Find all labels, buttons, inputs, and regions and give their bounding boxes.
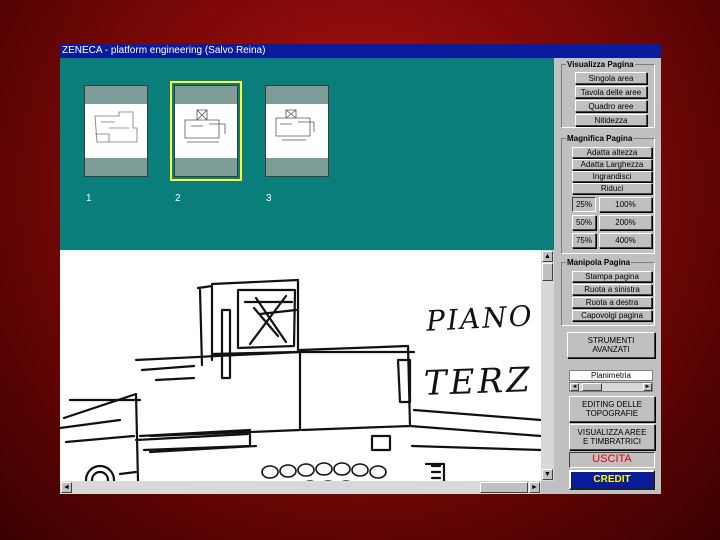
thumbnail-footer-band <box>175 158 237 176</box>
page-viewer[interactable]: PIANO TERZ <box>60 250 541 481</box>
ingrandisci-button[interactable]: Ingrandisci <box>572 171 652 182</box>
editing-topografie-button[interactable]: EDITING DELLE TOPOGRAFIE <box>569 396 655 422</box>
adatta-altezza-button[interactable]: Adatta altezza <box>572 147 652 158</box>
viewer-vertical-scrollbar[interactable]: ▲ ▼ <box>541 250 554 481</box>
zoom-25-button[interactable]: 25% <box>572 197 596 212</box>
app-window: ZENECA - platform engineering (Salvo Rei… <box>60 44 661 494</box>
thumbnail-sketch-1 <box>94 111 138 143</box>
uscita-button[interactable]: USCITA <box>569 452 655 468</box>
thumbnail-header-band <box>175 86 237 104</box>
horizontal-scroll-thumb[interactable] <box>480 482 528 493</box>
scroll-up-icon[interactable]: ▲ <box>542 251 553 262</box>
layer-scroll-left-icon[interactable]: ◄ <box>570 383 579 391</box>
thumbnail-sketch-3 <box>275 109 315 141</box>
handwritten-label-1: PIANO <box>425 299 535 338</box>
page-thumbnail-1[interactable] <box>84 85 148 177</box>
scroll-right-icon[interactable]: ► <box>529 482 540 493</box>
handwritten-label-2: TERZ <box>423 360 534 404</box>
layer-label: Planimetria <box>569 370 653 381</box>
thumbnail-footer-band <box>266 158 328 176</box>
magnifica-pagina-title: Magnifica Pagina <box>567 134 633 143</box>
capovolgi-pagina-button[interactable]: Capovolgi pagina <box>572 310 652 321</box>
stampa-pagina-button[interactable]: Stampa pagina <box>572 271 652 282</box>
ruota-destra-button[interactable]: Ruota a destra <box>572 297 652 308</box>
page-thumbnail-2[interactable] <box>170 81 242 181</box>
zoom-75-button[interactable]: 75% <box>572 233 596 248</box>
zoom-400-button[interactable]: 400% <box>599 233 652 248</box>
quadro-aree-button[interactable]: Quadro aree <box>575 100 647 112</box>
layer-scroll-right-icon[interactable]: ► <box>643 383 652 391</box>
control-panel: Visualizza Pagina Singola area Tavola de… <box>554 58 661 494</box>
scrollbar-corner <box>541 481 554 494</box>
viewer-horizontal-scrollbar[interactable]: ◄ ► <box>60 481 541 494</box>
thumbnail-number-1: 1 <box>86 193 92 204</box>
strumenti-avanzati-button[interactable]: STRUMENTI AVANZATI <box>567 332 655 358</box>
manipola-pagina-title: Manipola Pagina <box>567 258 631 267</box>
singola-area-button[interactable]: Singola area <box>575 72 647 84</box>
scroll-down-icon[interactable]: ▼ <box>542 469 553 480</box>
ruota-sinistra-button[interactable]: Ruota a sinistra <box>572 284 652 295</box>
thumbnail-footer-band <box>85 158 147 176</box>
window-title: ZENECA - platform engineering (Salvo Rei… <box>60 44 661 58</box>
visualizza-pagina-title: Visualizza Pagina <box>567 60 634 69</box>
vertical-scroll-thumb[interactable] <box>542 263 553 281</box>
thumbnail-panel: 1 2 3 <box>60 58 554 250</box>
scroll-left-icon[interactable]: ◄ <box>61 482 72 493</box>
credit-button[interactable]: CREDIT <box>569 470 655 490</box>
riduci-button[interactable]: Riduci <box>572 183 652 194</box>
page-thumbnail-3[interactable] <box>265 85 329 177</box>
layer-scroll-thumb[interactable] <box>582 383 602 391</box>
thumbnail-header-band <box>85 86 147 104</box>
thumbnail-header-band <box>266 86 328 104</box>
zoom-200-button[interactable]: 200% <box>599 215 652 230</box>
visualizza-aree-button[interactable]: VISUALIZZA AREE E TIMBRATRICI <box>569 424 655 450</box>
thumbnail-sketch-2 <box>184 109 226 143</box>
zoom-100-button[interactable]: 100% <box>599 197 652 212</box>
layer-scrollbar[interactable]: ◄ ► <box>569 382 653 392</box>
thumbnail-number-3: 3 <box>266 193 272 204</box>
adatta-larghezza-button[interactable]: Adatta Larghezza <box>572 159 652 170</box>
tavola-aree-button[interactable]: Tavola delle aree <box>575 86 647 98</box>
thumbnail-number-2: 2 <box>175 193 181 204</box>
zoom-50-button[interactable]: 50% <box>572 215 596 230</box>
nitidezza-button[interactable]: Nitidezza <box>575 114 647 126</box>
